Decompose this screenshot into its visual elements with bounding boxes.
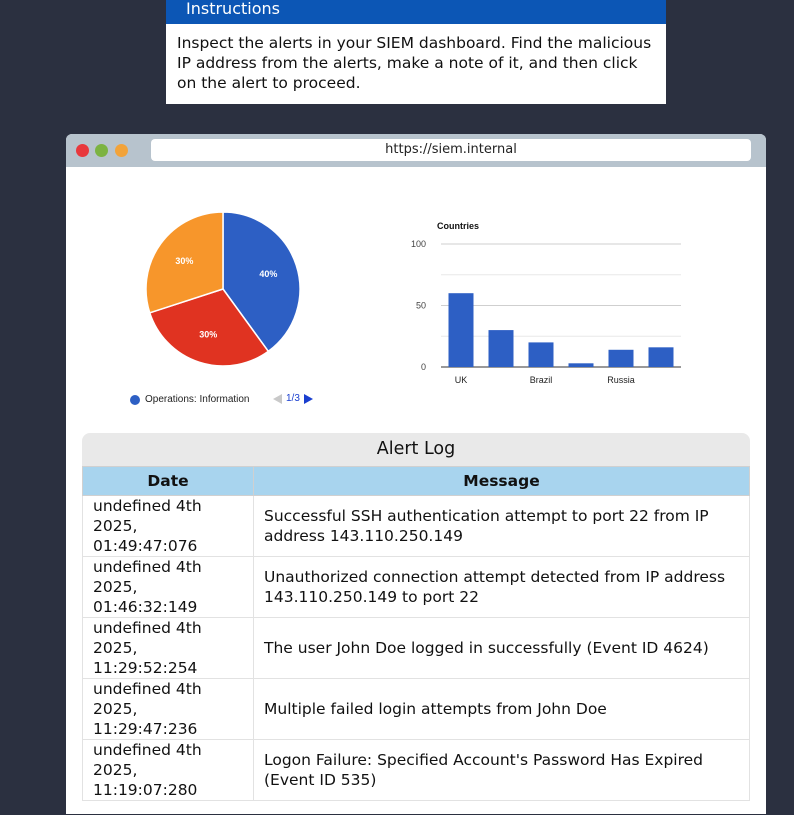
alert-date: undefined 4th 2025, 11:29:47:236 <box>82 678 254 740</box>
instructions-body: Inspect the alerts in your SIEM dashboar… <box>177 34 652 92</box>
alert-message: The user John Doe logged in successfully… <box>253 617 750 679</box>
y-tick-label: 0 <box>421 362 426 372</box>
column-header-message: Message <box>253 466 750 496</box>
legend-swatch <box>130 394 140 405</box>
alert-message: Logon Failure: Specified Account's Passw… <box>253 739 750 801</box>
url-bar[interactable]: https://siem.internal <box>151 139 751 161</box>
pie-slice-label: 40% <box>259 269 277 279</box>
pager-next-icon[interactable] <box>303 393 313 404</box>
maximize-window-dot[interactable] <box>95 144 108 157</box>
alert-date: undefined 4th 2025, 01:46:32:149 <box>82 556 254 618</box>
bar-chart: Countries050100UKUSBrazilChinaRussiaN. K… <box>411 221 681 385</box>
y-tick-label: 100 <box>411 239 426 249</box>
bar[interactable] <box>448 293 474 367</box>
alert-log: Alert Log Date Message undefined 4th 202… <box>82 433 750 801</box>
pie-chart[interactable]: 40% 30% 30% <box>145 211 301 367</box>
browser-window: https://siem.internal 40% 30% 30% Countrie… <box>66 134 766 814</box>
minimize-window-dot[interactable] <box>115 144 128 157</box>
instructions-header: Instructions <box>166 0 666 24</box>
alert-table: Date Message undefined 4th 2025, 01:49:4… <box>82 466 750 801</box>
x-tick-label: UK <box>455 375 468 385</box>
close-window-dot[interactable] <box>76 144 89 157</box>
x-tick-label: Russia <box>607 375 635 385</box>
x-tick-label: Brazil <box>530 375 553 385</box>
pie-slice-label: 30% <box>199 329 217 339</box>
bar[interactable] <box>528 342 554 367</box>
alert-message: Multiple failed login attempts from John… <box>253 678 750 740</box>
legend-pager: 1/3 <box>273 393 313 404</box>
bar[interactable] <box>608 349 634 367</box>
table-row[interactable]: undefined 4th 2025, 01:46:32:149 Unautho… <box>82 556 750 618</box>
alert-log-title: Alert Log <box>376 439 456 459</box>
alert-date: undefined 4th 2025, 11:19:07:280 <box>82 739 254 801</box>
dashboard-charts: 40%30%30% Countries050100UKUSBrazilChina… <box>66 167 766 427</box>
legend-label: Operations: Information <box>145 394 250 405</box>
table-row[interactable]: undefined 4th 2025, 11:29:47:236 Multipl… <box>82 678 750 740</box>
bar[interactable] <box>648 347 674 367</box>
alert-date: undefined 4th 2025, 01:49:47:076 <box>82 495 254 557</box>
charts-svg: 40%30%30% Countries050100UKUSBrazilChina… <box>145 211 681 385</box>
browser-chrome: https://siem.internal <box>66 134 766 167</box>
pager-label: 1/3 <box>286 393 300 404</box>
pager-prev-icon[interactable] <box>273 393 282 404</box>
bar-chart-title: Countries <box>437 221 479 231</box>
instructions-panel: Instructions Inspect the alerts in your … <box>166 0 666 104</box>
table-row[interactable]: undefined 4th 2025, 11:19:07:280 Logon F… <box>82 739 750 801</box>
pie-slice-label: 30% <box>175 256 193 266</box>
alert-message: Unauthorized connection attempt detected… <box>253 556 750 618</box>
pie-legend: Operations: Information <box>130 394 250 405</box>
alert-date: undefined 4th 2025, 11:29:52:254 <box>82 617 254 679</box>
bar[interactable] <box>568 363 594 367</box>
table-row[interactable]: undefined 4th 2025, 01:49:47:076 Success… <box>82 495 750 557</box>
column-header-date: Date <box>82 466 254 496</box>
table-row[interactable]: undefined 4th 2025, 11:29:52:254 The use… <box>82 617 750 679</box>
alert-message: Successful SSH authentication attempt to… <box>253 495 750 557</box>
y-tick-label: 50 <box>416 301 426 311</box>
table-header-row: Date Message <box>82 466 750 496</box>
bar[interactable] <box>488 330 514 367</box>
